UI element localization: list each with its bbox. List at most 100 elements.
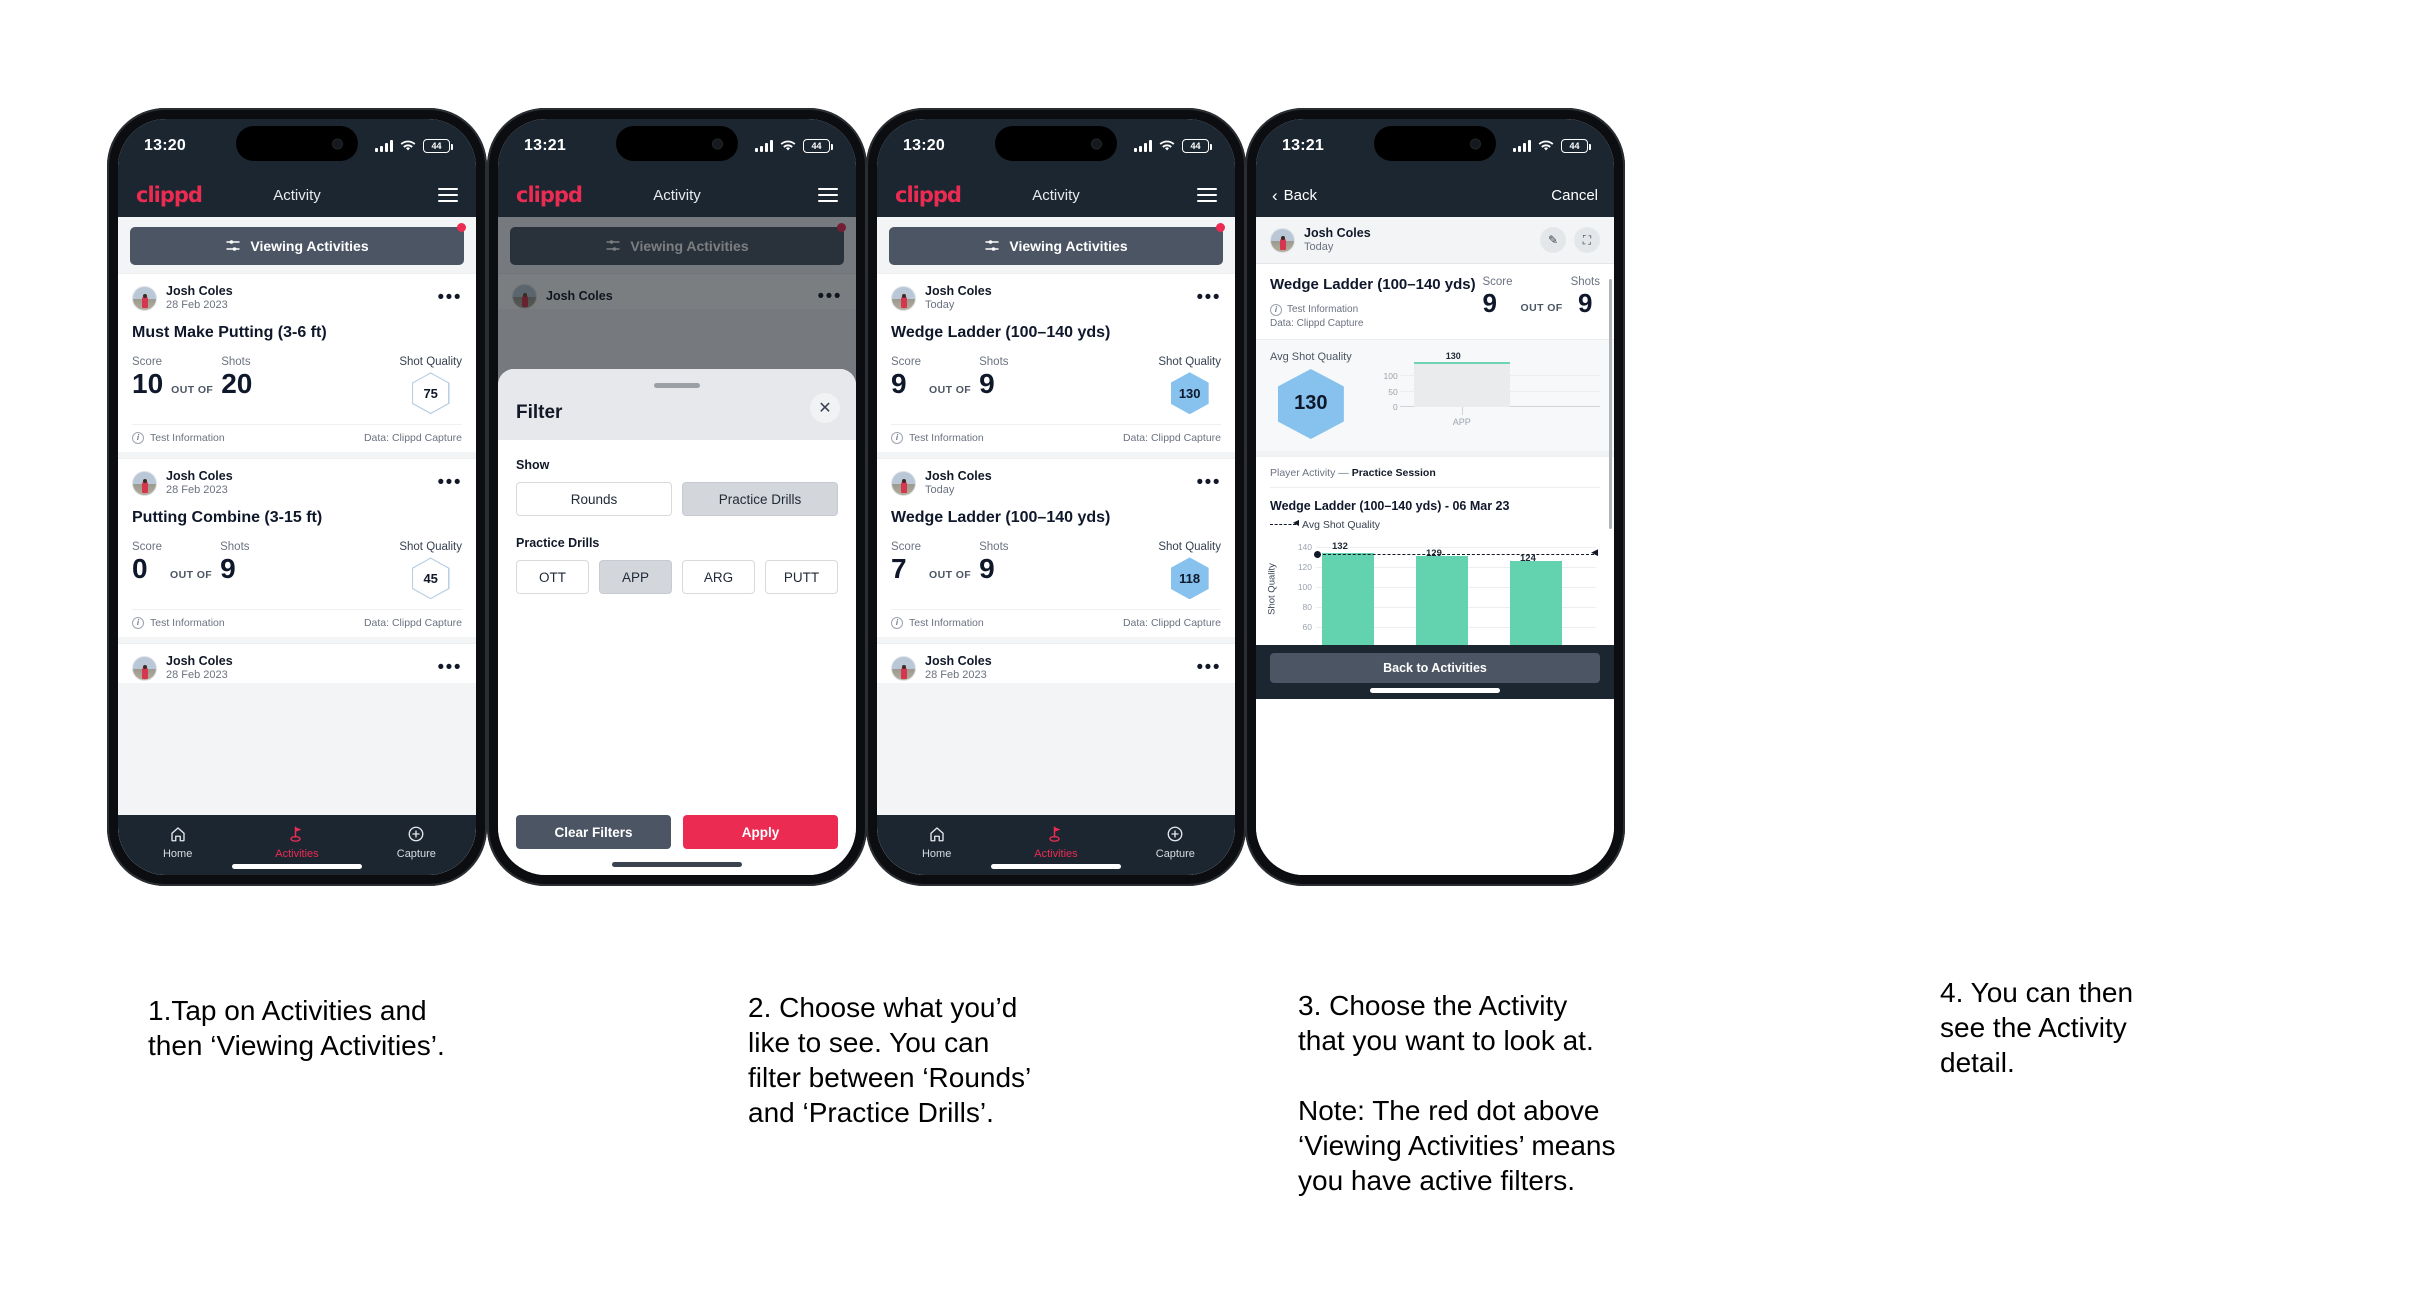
avatar: [891, 285, 916, 311]
menu-icon[interactable]: [818, 187, 838, 203]
scrollbar[interactable]: [1609, 279, 1612, 529]
activity-date: 28 Feb 2023: [925, 669, 987, 682]
show-label: Show: [516, 458, 550, 472]
phone-step-4: 13:21 44 ‹ Back Cancel Josh Coles Today …: [1245, 108, 1625, 886]
test-information-link[interactable]: Test Information: [1287, 304, 1358, 315]
bar-1: [1322, 552, 1374, 645]
drill-option-arg[interactable]: ARG: [682, 560, 755, 594]
plus-circle-icon: [408, 826, 424, 841]
filter-sliders-icon: [226, 240, 241, 251]
data-source: Data: Clippd Capture: [1270, 317, 1364, 329]
avatar: [891, 470, 916, 496]
home-indicator: [991, 864, 1121, 869]
player-name: Josh Coles: [166, 654, 233, 669]
drill-option-ott[interactable]: OTT: [516, 560, 589, 594]
cancel-button[interactable]: Cancel: [1551, 187, 1598, 204]
activity-date: 28 Feb 2023: [166, 484, 228, 497]
more-options-icon[interactable]: •••: [438, 473, 462, 492]
data-source: Data: Clippd Capture: [1122, 432, 1221, 445]
shot-quality-hexagon: 130: [1170, 372, 1209, 415]
tab-capture[interactable]: Capture: [1116, 823, 1235, 860]
avatar: [1270, 227, 1295, 253]
tab-activities[interactable]: Activities: [996, 823, 1115, 860]
filter-sliders-icon: [985, 240, 1000, 251]
score-value: 7: [891, 553, 907, 585]
back-button[interactable]: ‹ Back: [1272, 187, 1317, 204]
test-information-link[interactable]: Test Information: [150, 432, 225, 444]
more-options-icon[interactable]: •••: [1197, 658, 1221, 677]
tab-home[interactable]: Home: [877, 823, 996, 860]
drill-option-app[interactable]: APP: [599, 560, 672, 594]
close-icon[interactable]: ✕: [810, 393, 840, 423]
activity-list[interactable]: Josh Coles 28 Feb 2023 ••• Must Make Put…: [118, 273, 476, 815]
more-options-icon[interactable]: •••: [1197, 288, 1221, 307]
activity-card[interactable]: Josh Coles Today ••• Wedge Ladder (100–1…: [877, 273, 1235, 453]
data-source: Data: Clippd Capture: [1122, 617, 1221, 630]
activity-card[interactable]: Josh Coles 28 Feb 2023 •••: [877, 643, 1235, 683]
drill-option-putt[interactable]: PUTT: [765, 560, 838, 594]
apply-button[interactable]: Apply: [683, 815, 838, 849]
y-tick-0: 0: [1393, 401, 1398, 412]
viewing-activities-button[interactable]: Viewing Activities: [889, 227, 1223, 265]
activity-card[interactable]: Josh Coles 28 Feb 2023 ••• Must Make Put…: [118, 273, 476, 453]
viewing-activities-label: Viewing Activities: [1009, 238, 1128, 254]
activity-title: Putting Combine (3-15 ft): [132, 509, 323, 527]
filter-option-practice-drills[interactable]: Practice Drills: [682, 482, 838, 516]
more-options-icon[interactable]: •••: [438, 658, 462, 677]
sheet-grab-handle[interactable]: [654, 383, 700, 388]
bottom-tab-bar[interactable]: Home Activities Capture: [118, 815, 476, 875]
expand-icon[interactable]: ⛶: [1574, 227, 1600, 254]
x-tick: [1461, 406, 1463, 415]
out-of-label: OUT OF: [929, 384, 972, 397]
tab-capture[interactable]: Capture: [357, 823, 476, 860]
breadcrumb-current: Practice Session: [1351, 466, 1436, 479]
bottom-tab-bar[interactable]: Home Activities Capture: [877, 815, 1235, 875]
edit-icon[interactable]: ✎: [1540, 227, 1566, 254]
shot-quality-value: 75: [423, 385, 438, 401]
score-label: Score: [132, 356, 163, 369]
test-information-link[interactable]: Test Information: [909, 617, 984, 629]
test-information-link[interactable]: Test Information: [909, 432, 984, 444]
menu-icon[interactable]: [1197, 187, 1217, 203]
more-options-icon[interactable]: •••: [1197, 473, 1221, 492]
drill-option-label: ARG: [703, 569, 734, 585]
battery-level: 44: [431, 140, 442, 151]
clear-filters-button[interactable]: Clear Filters: [516, 815, 671, 849]
avg-shot-quality-hexagon: 130: [1277, 368, 1344, 439]
filter-sheet: Filter ✕ Show Rounds Practice Drills Pra…: [498, 369, 856, 875]
shot-quality-hexagon: 75: [411, 372, 450, 415]
player-activity-section: Player Activity — Practice Session Wedge…: [1256, 450, 1614, 645]
activity-card[interactable]: Josh Coles 28 Feb 2023 •••: [118, 643, 476, 683]
activity-card[interactable]: Josh Coles 28 Feb 2023 ••• Putting Combi…: [118, 458, 476, 638]
activity-list[interactable]: Josh Coles Today ••• Wedge Ladder (100–1…: [877, 273, 1235, 815]
home-icon: [929, 826, 944, 841]
score-value: 0: [132, 553, 148, 585]
score-label: Score: [1482, 276, 1513, 289]
tab-activities[interactable]: Activities: [237, 823, 356, 860]
legend-dash-icon: [1270, 518, 1299, 527]
home-indicator: [1370, 687, 1500, 693]
player-name: Josh Coles: [925, 284, 992, 298]
detail-nav-bar: ‹ Back Cancel: [1256, 173, 1614, 217]
home-icon: [170, 826, 185, 841]
more-options-icon[interactable]: •••: [438, 288, 462, 307]
test-information-link[interactable]: Test Information: [150, 617, 225, 629]
tab-home[interactable]: Home: [118, 823, 237, 860]
drill-option-label: OTT: [539, 569, 566, 585]
activity-date: Today: [1304, 241, 1334, 253]
viewing-activities-label: Viewing Activities: [250, 238, 369, 254]
filter-option-rounds[interactable]: Rounds: [516, 482, 672, 516]
active-filters-dot: [1216, 223, 1225, 232]
home-indicator: [612, 862, 742, 867]
viewing-activities-bar: Viewing Activities: [877, 217, 1235, 273]
data-source: Data: Clippd Capture: [363, 432, 462, 445]
activity-card[interactable]: Josh Coles Today ••• Wedge Ladder (100–1…: [877, 458, 1235, 638]
bar-value-1: 132: [1332, 540, 1348, 552]
phone-step-3: 13:20 44 clippd Activity Viewing Activit…: [866, 108, 1246, 886]
viewing-activities-button[interactable]: Viewing Activities: [130, 227, 464, 265]
menu-icon[interactable]: [438, 187, 458, 203]
y-tick-60: 60: [1302, 621, 1312, 632]
cellular-signal-icon: [1134, 140, 1152, 152]
activity-title: Must Make Putting (3-6 ft): [132, 324, 327, 342]
back-to-activities-button[interactable]: Back to Activities: [1270, 652, 1600, 683]
